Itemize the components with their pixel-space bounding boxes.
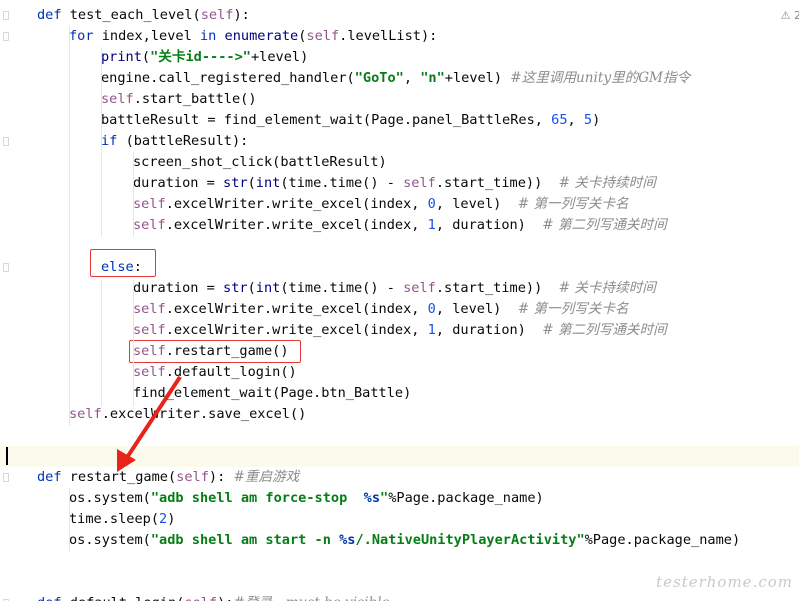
fold-marker-icon[interactable]: [3, 137, 9, 146]
fold-marker-icon[interactable]: [3, 473, 9, 482]
indent-guide: [69, 26, 70, 426]
fold-marker-icon[interactable]: [3, 32, 9, 41]
annotation-arrow: [117, 375, 182, 472]
watermark: testerhome.com: [656, 573, 793, 591]
fold-marker-icon[interactable]: [3, 11, 9, 20]
code-editor[interactable]: ⚠ 2 def test_each_level(self): for index,…: [0, 0, 799, 601]
text-cursor: [6, 447, 8, 465]
indent-guide: [133, 152, 134, 237]
indent-guide: [101, 47, 102, 237]
indent-guide: [133, 279, 134, 406]
indent-guide: [69, 488, 70, 551]
fold-marker-icon[interactable]: [3, 263, 9, 272]
indent-guide: [101, 279, 102, 406]
